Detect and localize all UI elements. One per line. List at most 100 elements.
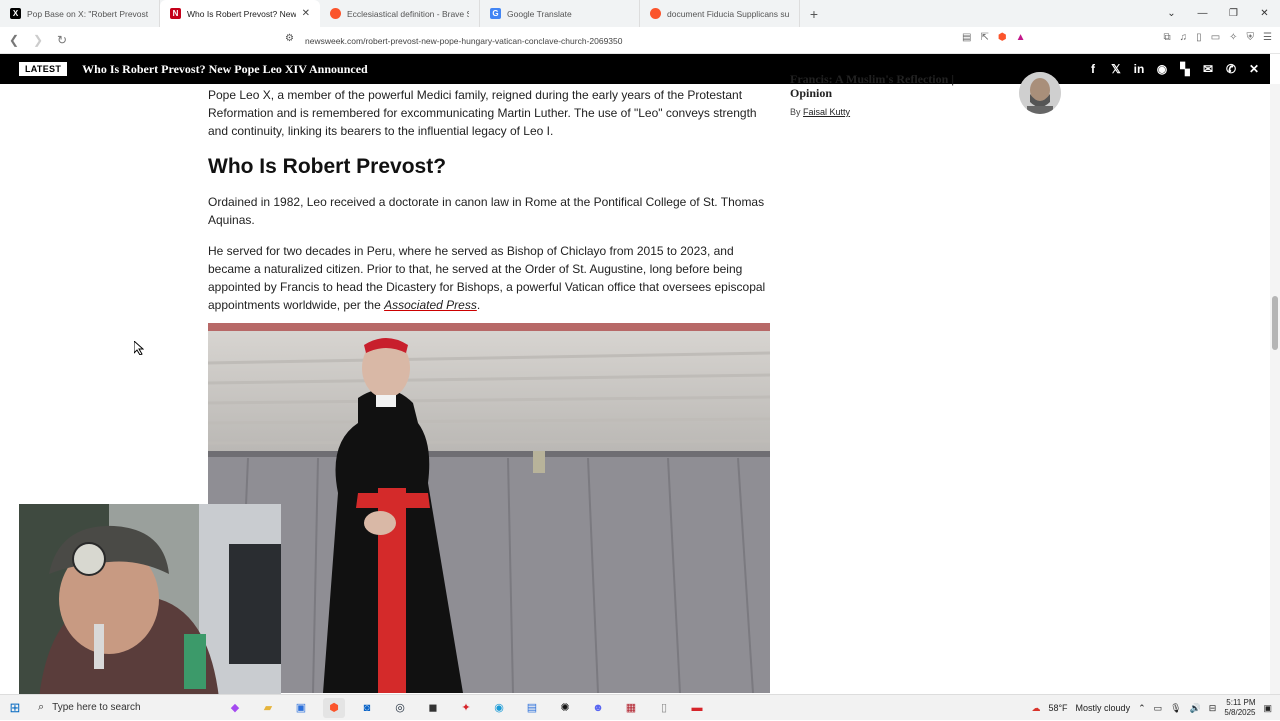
whatsapp-icon[interactable]: ✆ [1223,61,1239,77]
linkedin-icon[interactable]: in [1131,61,1147,77]
minimize-icon[interactable]: — [1187,8,1218,19]
article-paragraph: He served for two decades in Peru, where… [208,242,770,314]
weather-icon: ☁ [1031,702,1041,713]
navigation-bar: ❮ ❯ ↻ 🔖 ⚙ newsweek.com/robert-prevost-ne… [0,27,1280,54]
weather-text[interactable]: Mostly cloudy [1076,703,1131,713]
reload-icon[interactable]: ↻ [52,33,72,47]
address-bar[interactable]: ⚙ newsweek.com/robert-prevost-new-pope-h… [255,30,997,51]
author-avatar-image [1019,72,1061,114]
article-photo [208,323,770,693]
tray-app-icon[interactable]: ▭ [1154,703,1163,714]
close-window-icon[interactable]: ✕ [1249,8,1280,19]
tab-google-translate[interactable]: G Google Translate [480,0,640,27]
back-icon[interactable]: ❮ [4,33,24,47]
brave-rewards-icon[interactable]: ▲ [1016,32,1026,43]
app-window-icon[interactable]: ▤ [521,698,543,718]
clock[interactable]: 5:11 PM 5/8/2025 [1224,698,1255,718]
associated-press-link[interactable]: Associated Press [384,298,477,312]
notifications-icon[interactable]: ▣ [1263,703,1272,714]
tab-fiducia[interactable]: document Fiducia Supplicans summ [640,0,800,27]
edge-icon[interactable]: ◉ [488,698,510,718]
share-buttons: f 𝕏 in ◉ ▚ ✉ ✆ ✕ [1085,61,1262,77]
article-paragraph: Ordained in 1982, Leo received a doctora… [208,195,765,227]
media-icon[interactable]: ♫ [1180,32,1188,43]
wallet-icon[interactable]: ▭ [1211,32,1220,43]
discord-icon[interactable]: ☻ [587,698,609,718]
search-icon: ⌕ [38,701,45,713]
vpn-icon[interactable]: ⛨ [1247,32,1255,43]
x-share-icon[interactable]: 𝕏 [1108,61,1124,77]
author-avatar[interactable] [1019,72,1061,114]
system-tray: ☁ 58°F Mostly cloudy ⌃ ▭ 🎙 🔊 ⊟ 5:11 PM 5… [1031,695,1272,721]
windows-start-icon[interactable]: ⊞ [0,700,30,716]
store-icon[interactable]: ▣ [290,698,312,718]
windows-taskbar: ⊞ ⌕ Type here to search ◆ ▰ ▣ ⬢ ◙ ◎ ◼ ✦ … [0,694,1280,720]
forward-icon[interactable]: ❯ [28,33,48,47]
url-text: newsweek.com/robert-prevost-new-pope-hun… [305,35,623,46]
weather-temp[interactable]: 58°F [1048,703,1067,713]
reddit-icon[interactable]: ◉ [1154,61,1170,77]
paragraph-text: He served for two decades in Peru, where… [208,244,766,312]
email-icon[interactable]: ✉ [1200,61,1216,77]
extensions-icon[interactable]: ⧉ [1164,32,1171,43]
brave-icon [650,8,661,19]
tab-title: Google Translate [507,8,572,19]
page-scrollbar[interactable] [1270,84,1280,694]
search-placeholder: Type here to search [52,702,141,713]
acrobat-icon[interactable]: ✦ [455,698,477,718]
tab-pop-base[interactable]: X Pop Base on X: "Robert Prevost be [0,0,160,27]
brave-shields-icon[interactable]: ⬢ [998,32,1007,43]
new-tab-button[interactable]: + [800,0,828,27]
latest-badge: LATEST [19,62,68,76]
menu-icon[interactable]: ☰ [1263,32,1272,43]
newsweek-icon: N [170,8,181,19]
flipboard-icon[interactable]: ▚ [1177,61,1193,77]
microphone-icon[interactable]: 🎙 [1170,703,1181,714]
sidebar-icon[interactable]: ▯ [1196,32,1202,43]
tab-newsweek[interactable]: N Who Is Robert Prevost? New P ✕ [160,0,320,27]
tab-search-icon[interactable]: ⌄ [1156,8,1187,19]
article-body: Pope Leo X, a member of the powerful Med… [208,84,770,327]
taskbar-search[interactable]: ⌕ Type here to search [30,695,220,721]
tab-ecclesiastical[interactable]: Ecclesiastical definition - Brave Sear [320,0,480,27]
game-icon[interactable]: ▦ [620,698,642,718]
site-info-icon[interactable]: ⚙ [285,33,294,44]
copilot-icon[interactable]: ◆ [224,698,246,718]
notepad-icon[interactable]: ▯ [653,698,675,718]
close-tab-icon[interactable]: ✕ [302,8,310,19]
chatgpt-icon[interactable]: ✺ [554,698,576,718]
obs-icon[interactable]: ◼ [422,698,444,718]
author-link[interactable]: Faisal Kutty [803,107,850,117]
taskbar-apps: ◆ ▰ ▣ ⬢ ◙ ◎ ◼ ✦ ◉ ▤ ✺ ☻ ▦ ▯ ▬ [224,697,708,718]
paragraph-text: . [476,298,481,312]
close-bar-icon[interactable]: ✕ [1246,61,1262,77]
volume-icon[interactable]: 🔊 [1190,703,1201,714]
share-icon[interactable]: ⇱ [981,32,989,43]
restore-icon[interactable]: ❐ [1218,8,1249,19]
tab-strip: X Pop Base on X: "Robert Prevost be N Wh… [0,0,1280,27]
network-icon[interactable]: ⊟ [1209,703,1217,714]
reader-icon[interactable]: ▤ [962,32,971,43]
related-article-title[interactable]: Francis: A Muslim's Reflection | Opinion [790,72,970,100]
scrollbar-thumb[interactable] [1272,296,1278,350]
outlook-icon[interactable]: ◙ [356,698,378,718]
steam-icon[interactable]: ◎ [389,698,411,718]
tab-title: Pop Base on X: "Robert Prevost be [27,8,149,19]
leo-ai-icon[interactable]: ✧ [1229,32,1237,43]
clock-date: 5/8/2025 [1224,708,1256,717]
latest-news-bar: LATEST Who Is Robert Prevost? New Pope L… [0,54,1270,84]
x-logo-icon: X [10,8,21,19]
facebook-icon[interactable]: f [1085,61,1101,77]
latest-headline-link[interactable]: Who Is Robert Prevost? New Pope Leo XIV … [82,62,368,77]
file-explorer-icon[interactable]: ▰ [257,698,279,718]
article-paragraph: Pope Leo X, a member of the powerful Med… [208,88,757,138]
chevron-up-icon[interactable]: ⌃ [1138,703,1146,714]
clock-time: 5:11 PM [1226,698,1256,707]
window-controls: ⌄ — ❐ ✕ [1156,0,1280,27]
tab-title: Ecclesiastical definition - Brave Sear [347,8,469,19]
media-app-icon[interactable]: ▬ [686,698,708,718]
cardinal-photo-illustration [208,323,770,693]
google-translate-icon: G [490,8,501,19]
brave-icon [330,8,341,19]
brave-taskbar-icon[interactable]: ⬢ [323,697,345,718]
